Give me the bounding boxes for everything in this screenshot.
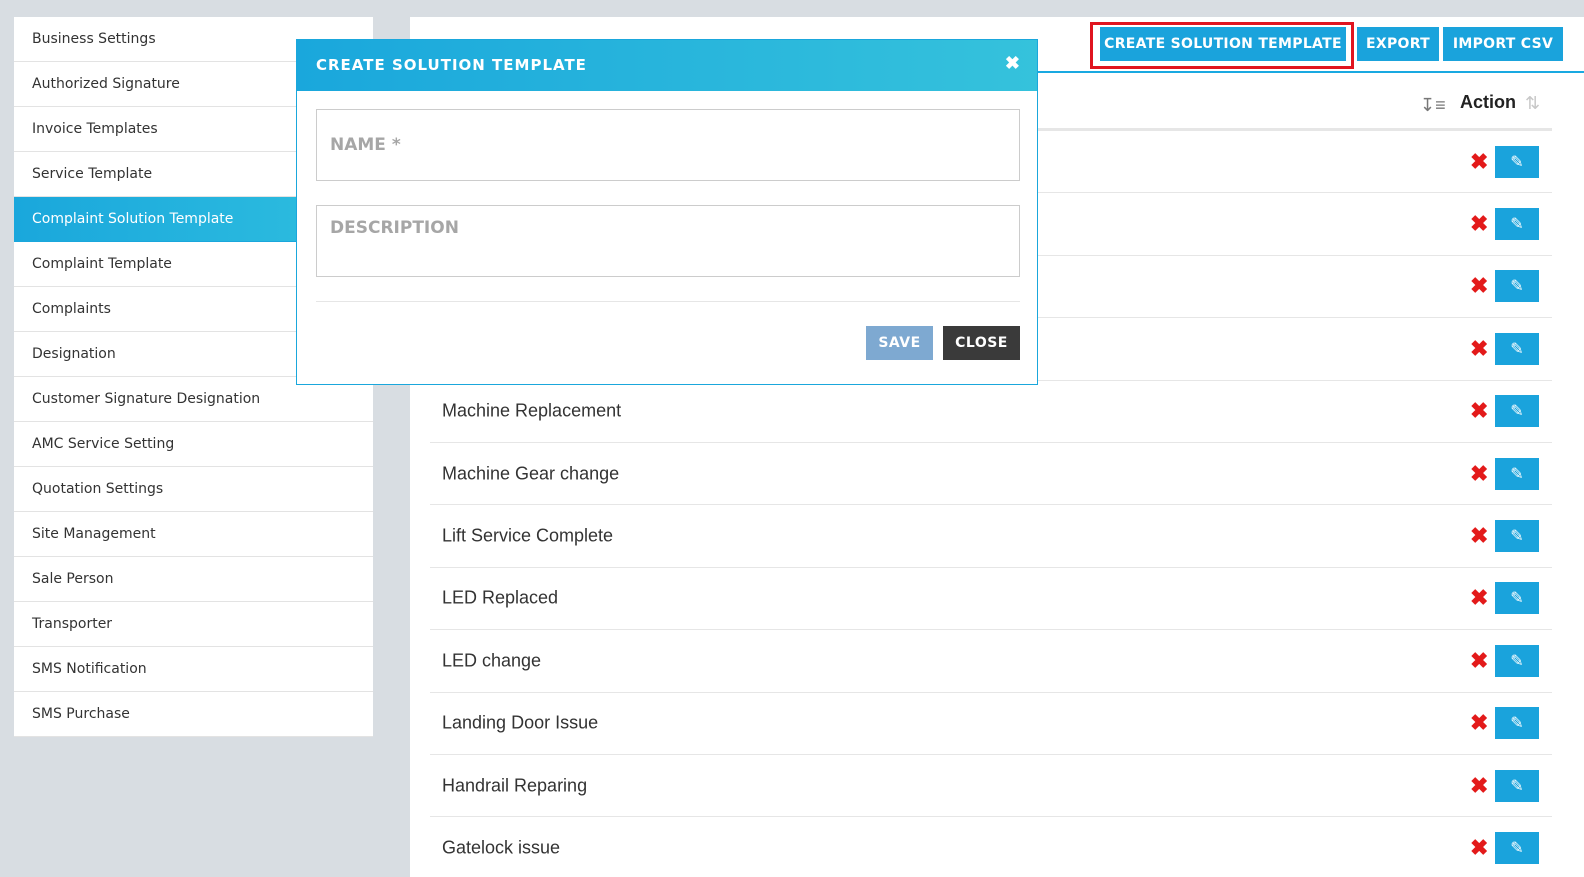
- pencil-icon: ✎: [1510, 528, 1524, 546]
- table-row: LED Replaced ✖ ✎: [430, 568, 1552, 631]
- row-name: Lift Service Complete: [442, 525, 614, 546]
- close-button[interactable]: CLOSE: [943, 326, 1020, 360]
- sort-icon[interactable]: ⇅: [1525, 93, 1540, 114]
- description-input[interactable]: [317, 206, 1019, 276]
- pencil-icon: ✎: [1510, 340, 1524, 358]
- edit-button[interactable]: ✎: [1495, 520, 1539, 553]
- table-row: Lift Service Complete ✖ ✎: [430, 505, 1552, 568]
- edit-button[interactable]: ✎: [1495, 270, 1539, 303]
- sidebar-item-sms-purchase[interactable]: SMS Purchase: [14, 692, 373, 737]
- close-icon[interactable]: ✖: [1005, 53, 1020, 74]
- action-column-header: Action: [1460, 92, 1516, 112]
- description-field: [316, 205, 1020, 277]
- delete-icon[interactable]: ✖: [1470, 211, 1488, 237]
- edit-button[interactable]: ✎: [1495, 145, 1539, 178]
- sidebar-item-amc-service-setting[interactable]: AMC Service Setting: [14, 422, 373, 467]
- delete-icon[interactable]: ✖: [1470, 523, 1488, 549]
- pencil-icon: ✎: [1510, 216, 1524, 234]
- edit-button[interactable]: ✎: [1495, 332, 1539, 365]
- sidebar-item-quotation-settings[interactable]: Quotation Settings: [14, 467, 373, 512]
- table-row: Gatelock issue ✖ ✎: [430, 817, 1552, 877]
- edit-button[interactable]: ✎: [1495, 707, 1539, 740]
- delete-icon[interactable]: ✖: [1470, 648, 1488, 674]
- delete-icon[interactable]: ✖: [1470, 585, 1488, 611]
- name-field: [316, 109, 1020, 181]
- pencil-icon: ✎: [1510, 652, 1524, 670]
- row-name: Handrail Reparing: [442, 775, 588, 796]
- row-name: LED Replaced: [442, 587, 559, 608]
- name-input[interactable]: [317, 110, 1019, 180]
- pencil-icon: ✎: [1510, 715, 1524, 733]
- pencil-icon: ✎: [1510, 777, 1524, 795]
- table-row: Landing Door Issue ✖ ✎: [430, 693, 1552, 755]
- row-name: LED change: [442, 650, 542, 671]
- edit-button[interactable]: ✎: [1495, 395, 1539, 428]
- edit-button[interactable]: ✎: [1495, 831, 1539, 864]
- row-name: Machine Replacement: [442, 400, 622, 421]
- modal-divider: [316, 301, 1020, 302]
- delete-icon[interactable]: ✖: [1470, 149, 1488, 175]
- edit-button[interactable]: ✎: [1495, 769, 1539, 802]
- modal-title: CREATE SOLUTION TEMPLATE: [316, 56, 587, 74]
- create-solution-template-modal: CREATE SOLUTION TEMPLATE ✖ SAVE CLOSE: [296, 39, 1038, 385]
- table-row: Machine Replacement ✖ ✎: [430, 381, 1552, 443]
- pencil-icon: ✎: [1510, 839, 1524, 857]
- save-button[interactable]: SAVE: [866, 326, 933, 360]
- sidebar-item-transporter[interactable]: Transporter: [14, 602, 373, 647]
- sort-desc-icon[interactable]: ↧≡: [1420, 95, 1446, 116]
- sidebar-item-site-management[interactable]: Site Management: [14, 512, 373, 557]
- row-name: Landing Door Issue: [442, 712, 599, 733]
- modal-header: CREATE SOLUTION TEMPLATE ✖: [297, 40, 1037, 91]
- create-solution-template-button[interactable]: CREATE SOLUTION TEMPLATE: [1100, 27, 1346, 61]
- sidebar-item-sms-notification[interactable]: SMS Notification: [14, 647, 373, 692]
- edit-button[interactable]: ✎: [1495, 582, 1539, 615]
- pencil-icon: ✎: [1510, 403, 1524, 421]
- delete-icon[interactable]: ✖: [1470, 710, 1488, 736]
- pencil-icon: ✎: [1510, 153, 1524, 171]
- import-csv-button[interactable]: IMPORT CSV: [1443, 27, 1563, 61]
- export-button[interactable]: EXPORT: [1357, 27, 1439, 61]
- delete-icon[interactable]: ✖: [1470, 273, 1488, 299]
- pencil-icon: ✎: [1510, 278, 1524, 296]
- table-row: Machine Gear change ✖ ✎: [430, 443, 1552, 506]
- delete-icon[interactable]: ✖: [1470, 461, 1488, 487]
- delete-icon[interactable]: ✖: [1470, 398, 1488, 424]
- pencil-icon: ✎: [1510, 590, 1524, 608]
- table-row: LED change ✖ ✎: [430, 630, 1552, 693]
- table-row: Handrail Reparing ✖ ✎: [430, 755, 1552, 818]
- delete-icon[interactable]: ✖: [1470, 336, 1488, 362]
- row-name: Gatelock issue: [442, 837, 561, 858]
- delete-icon[interactable]: ✖: [1470, 773, 1488, 799]
- edit-button[interactable]: ✎: [1495, 457, 1539, 490]
- delete-icon[interactable]: ✖: [1470, 835, 1488, 861]
- row-name: Machine Gear change: [442, 463, 620, 484]
- edit-button[interactable]: ✎: [1495, 644, 1539, 677]
- edit-button[interactable]: ✎: [1495, 208, 1539, 241]
- sidebar-item-sale-person[interactable]: Sale Person: [14, 557, 373, 602]
- pencil-icon: ✎: [1510, 465, 1524, 483]
